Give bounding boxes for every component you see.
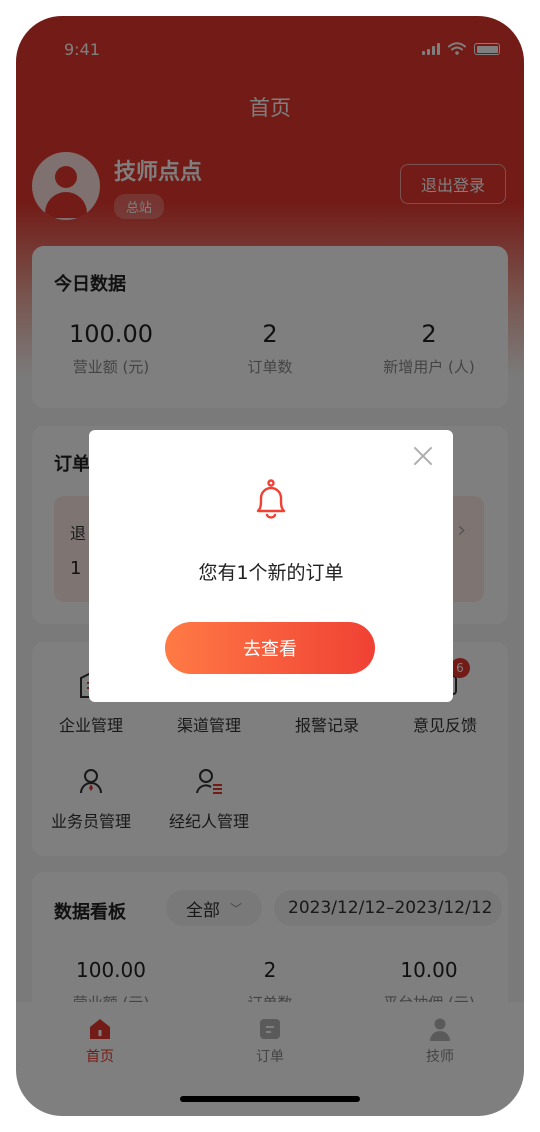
view-order-button[interactable]: 去查看 (165, 622, 375, 674)
bell-icon (249, 478, 293, 522)
dialog-message: 您有1个新的订单 (198, 562, 344, 584)
phone-screen: 9:41 首页 技师点点 总站 退出登录 今日数据 100.00 营业额 (元)… (16, 16, 524, 1116)
close-icon[interactable] (411, 444, 435, 468)
new-order-dialog: 您有1个新的订单 去查看 (89, 430, 453, 702)
